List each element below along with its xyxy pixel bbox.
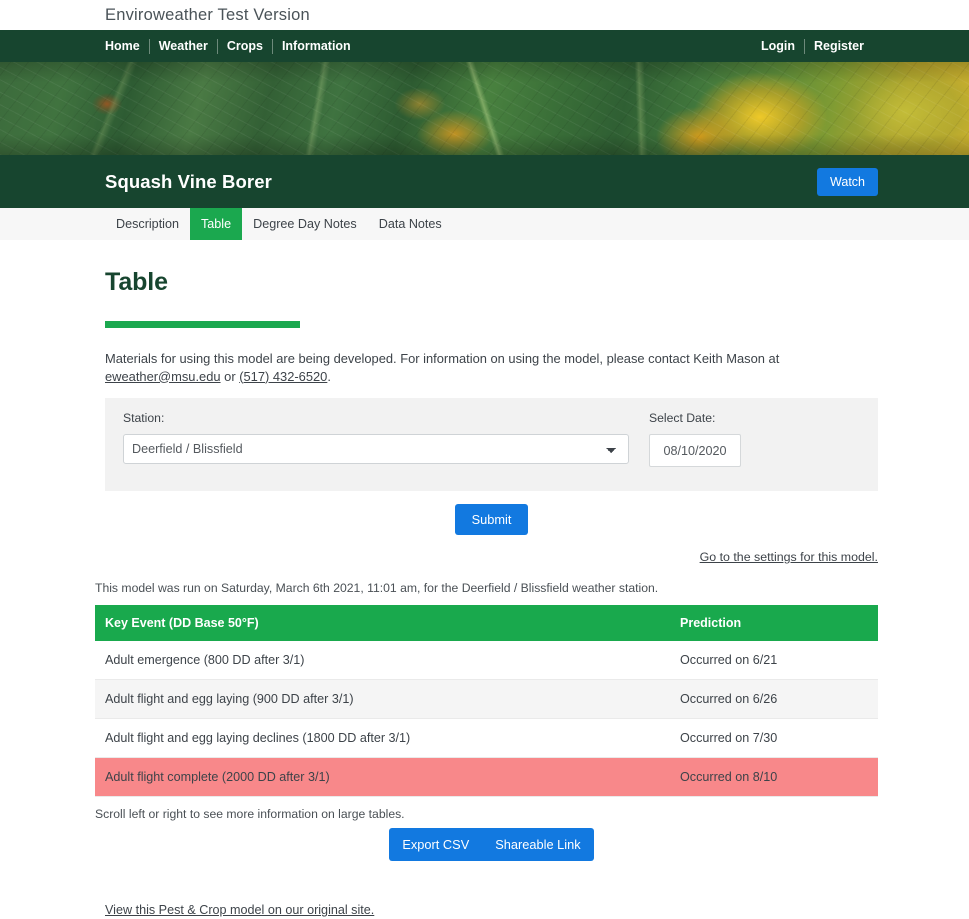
nav-item-home[interactable]: Home [105, 39, 149, 53]
tab-table[interactable]: Table [190, 208, 242, 240]
results-table-head: Key Event (DD Base 50°F) Prediction [95, 605, 878, 641]
tabs-filler [453, 208, 969, 240]
cell-key-event: Adult flight complete (2000 DD after 3/1… [95, 758, 670, 797]
date-field-group: Select Date: [649, 411, 741, 467]
cell-prediction: Occurred on 7/30 [670, 719, 878, 758]
submit-button[interactable]: Submit [455, 504, 529, 535]
intro-text-suffix: . [327, 369, 331, 384]
intro-paragraph: Materials for using this model are being… [105, 350, 878, 385]
original-site-link[interactable]: View this Pest & Crop model on our origi… [105, 903, 374, 917]
nav-item-information[interactable]: Information [273, 39, 360, 53]
table-scroll-note: Scroll left or right to see more informa… [95, 807, 878, 821]
page-title: Table [105, 268, 878, 297]
results-table-body: Adult emergence (800 DD after 3/1) Occur… [95, 641, 878, 797]
tab-data-notes[interactable]: Data Notes [368, 208, 453, 240]
table-row: Adult emergence (800 DD after 3/1) Occur… [95, 641, 878, 680]
main-navigation: Home Weather Crops Information Login Reg… [0, 30, 969, 62]
nav-item-weather[interactable]: Weather [150, 39, 217, 53]
model-run-note: This model was run on Saturday, March 6t… [95, 581, 878, 595]
site-title: Enviroweather Test Version [105, 6, 310, 25]
select-date-input[interactable] [649, 434, 741, 467]
watch-button[interactable]: Watch [817, 168, 878, 196]
hero-banner-leaf-image [0, 62, 969, 155]
cell-key-event: Adult emergence (800 DD after 3/1) [95, 641, 670, 680]
title-accent-bar [105, 321, 300, 328]
nav-item-crops[interactable]: Crops [218, 39, 272, 53]
export-buttons-row: Export CSV Shareable Link [105, 828, 878, 861]
table-row-highlighted: Adult flight complete (2000 DD after 3/1… [95, 758, 878, 797]
results-table-container[interactable]: Key Event (DD Base 50°F) Prediction Adul… [95, 605, 878, 797]
nav-item-login[interactable]: Login [761, 39, 804, 53]
station-select[interactable]: Deerfield / Blissfield [123, 434, 629, 464]
primary-nav-group: Home Weather Crops Information [105, 39, 360, 54]
export-button-group: Export CSV Shareable Link [389, 828, 593, 861]
cell-prediction: Occurred on 6/26 [670, 680, 878, 719]
model-settings-link[interactable]: Go to the settings for this model. [700, 550, 878, 564]
results-table: Key Event (DD Base 50°F) Prediction Adul… [95, 605, 878, 797]
column-header-prediction: Prediction [670, 605, 878, 641]
table-row: Adult flight and egg laying declines (18… [95, 719, 878, 758]
intro-text-middle: or [221, 369, 240, 384]
table-row: Adult flight and egg laying (900 DD afte… [95, 680, 878, 719]
export-csv-button[interactable]: Export CSV [389, 828, 482, 861]
table-header-row: Key Event (DD Base 50°F) Prediction [95, 605, 878, 641]
shareable-link-button[interactable]: Shareable Link [482, 828, 593, 861]
cell-prediction: Occurred on 8/10 [670, 758, 878, 797]
tab-description[interactable]: Description [105, 208, 190, 240]
model-input-form: Station: Deerfield / Blissfield Select D… [105, 398, 878, 491]
tab-degree-day-notes[interactable]: Degree Day Notes [242, 208, 368, 240]
cell-key-event: Adult flight and egg laying declines (18… [95, 719, 670, 758]
nav-item-register[interactable]: Register [805, 39, 864, 53]
original-site-row: View this Pest & Crop model on our origi… [105, 901, 878, 919]
station-label: Station: [123, 411, 629, 425]
model-header-bar: Squash Vine Borer Watch [0, 155, 969, 208]
station-field-group: Station: Deerfield / Blissfield [123, 411, 629, 464]
contact-email-link[interactable]: eweather@msu.edu [105, 369, 221, 384]
select-date-label: Select Date: [649, 411, 741, 425]
secondary-nav-group: Login Register [761, 39, 864, 54]
intro-text-prefix: Materials for using this model are being… [105, 351, 779, 366]
column-header-key-event: Key Event (DD Base 50°F) [95, 605, 670, 641]
model-tabs-bar: Description Table Degree Day Notes Data … [0, 208, 969, 240]
submit-row: Submit [105, 504, 878, 535]
model-title: Squash Vine Borer [105, 171, 272, 193]
cell-prediction: Occurred on 6/21 [670, 641, 878, 680]
cell-key-event: Adult flight and egg laying (900 DD afte… [95, 680, 670, 719]
contact-phone-link[interactable]: (517) 432-6520 [239, 369, 327, 384]
settings-link-row: Go to the settings for this model. [105, 550, 878, 564]
site-title-bar: Enviroweather Test Version [0, 0, 969, 30]
hero-shading-layer [0, 62, 969, 155]
model-tabs-strip: Description Table Degree Day Notes Data … [105, 208, 453, 240]
main-content: Table Materials for using this model are… [0, 268, 969, 919]
